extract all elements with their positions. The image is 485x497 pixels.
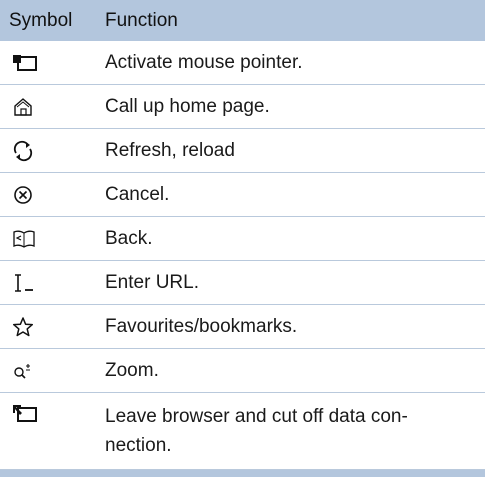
table-header: Symbol Function xyxy=(0,0,485,41)
table-row: Refresh, reload xyxy=(0,129,485,173)
cancel-icon xyxy=(0,184,105,206)
table-row: Enter URL. xyxy=(0,261,485,305)
table-row: Call up home page. xyxy=(0,85,485,129)
row-function-line1: Leave browser and cut off data con- xyxy=(105,406,408,427)
row-function: Activate mouse pointer. xyxy=(105,52,303,73)
refresh-icon xyxy=(0,140,105,162)
back-book-icon xyxy=(0,228,105,250)
table-row: Back. xyxy=(0,217,485,261)
table-row: Favourites/bookmarks. xyxy=(0,305,485,349)
zoom-icon xyxy=(0,360,105,382)
row-function: Zoom. xyxy=(105,360,159,381)
header-symbol: Symbol xyxy=(9,9,73,31)
header-function: Function xyxy=(105,9,178,31)
row-function: Leave browser and cut off data con- nect… xyxy=(105,402,428,460)
row-function: Back. xyxy=(105,228,153,249)
mouse-pointer-icon xyxy=(0,53,105,73)
row-function: Refresh, reload xyxy=(105,140,235,161)
table-bottom-bar xyxy=(0,470,485,477)
row-function-line2: nection. xyxy=(105,435,172,456)
symbol-function-table: Symbol Function Activate mouse pointer. … xyxy=(0,0,485,477)
table-row: Leave browser and cut off data con- nect… xyxy=(0,393,485,470)
row-function: Enter URL. xyxy=(105,272,199,293)
table-row: Cancel. xyxy=(0,173,485,217)
table-row: Zoom. xyxy=(0,349,485,393)
star-icon xyxy=(0,316,105,338)
table-row: Activate mouse pointer. xyxy=(0,41,485,85)
enter-url-icon xyxy=(0,272,105,294)
row-function: Cancel. xyxy=(105,184,170,205)
leave-browser-icon xyxy=(0,402,105,424)
row-function: Call up home page. xyxy=(105,96,270,117)
home-icon xyxy=(0,96,105,118)
row-function: Favourites/bookmarks. xyxy=(105,316,298,337)
